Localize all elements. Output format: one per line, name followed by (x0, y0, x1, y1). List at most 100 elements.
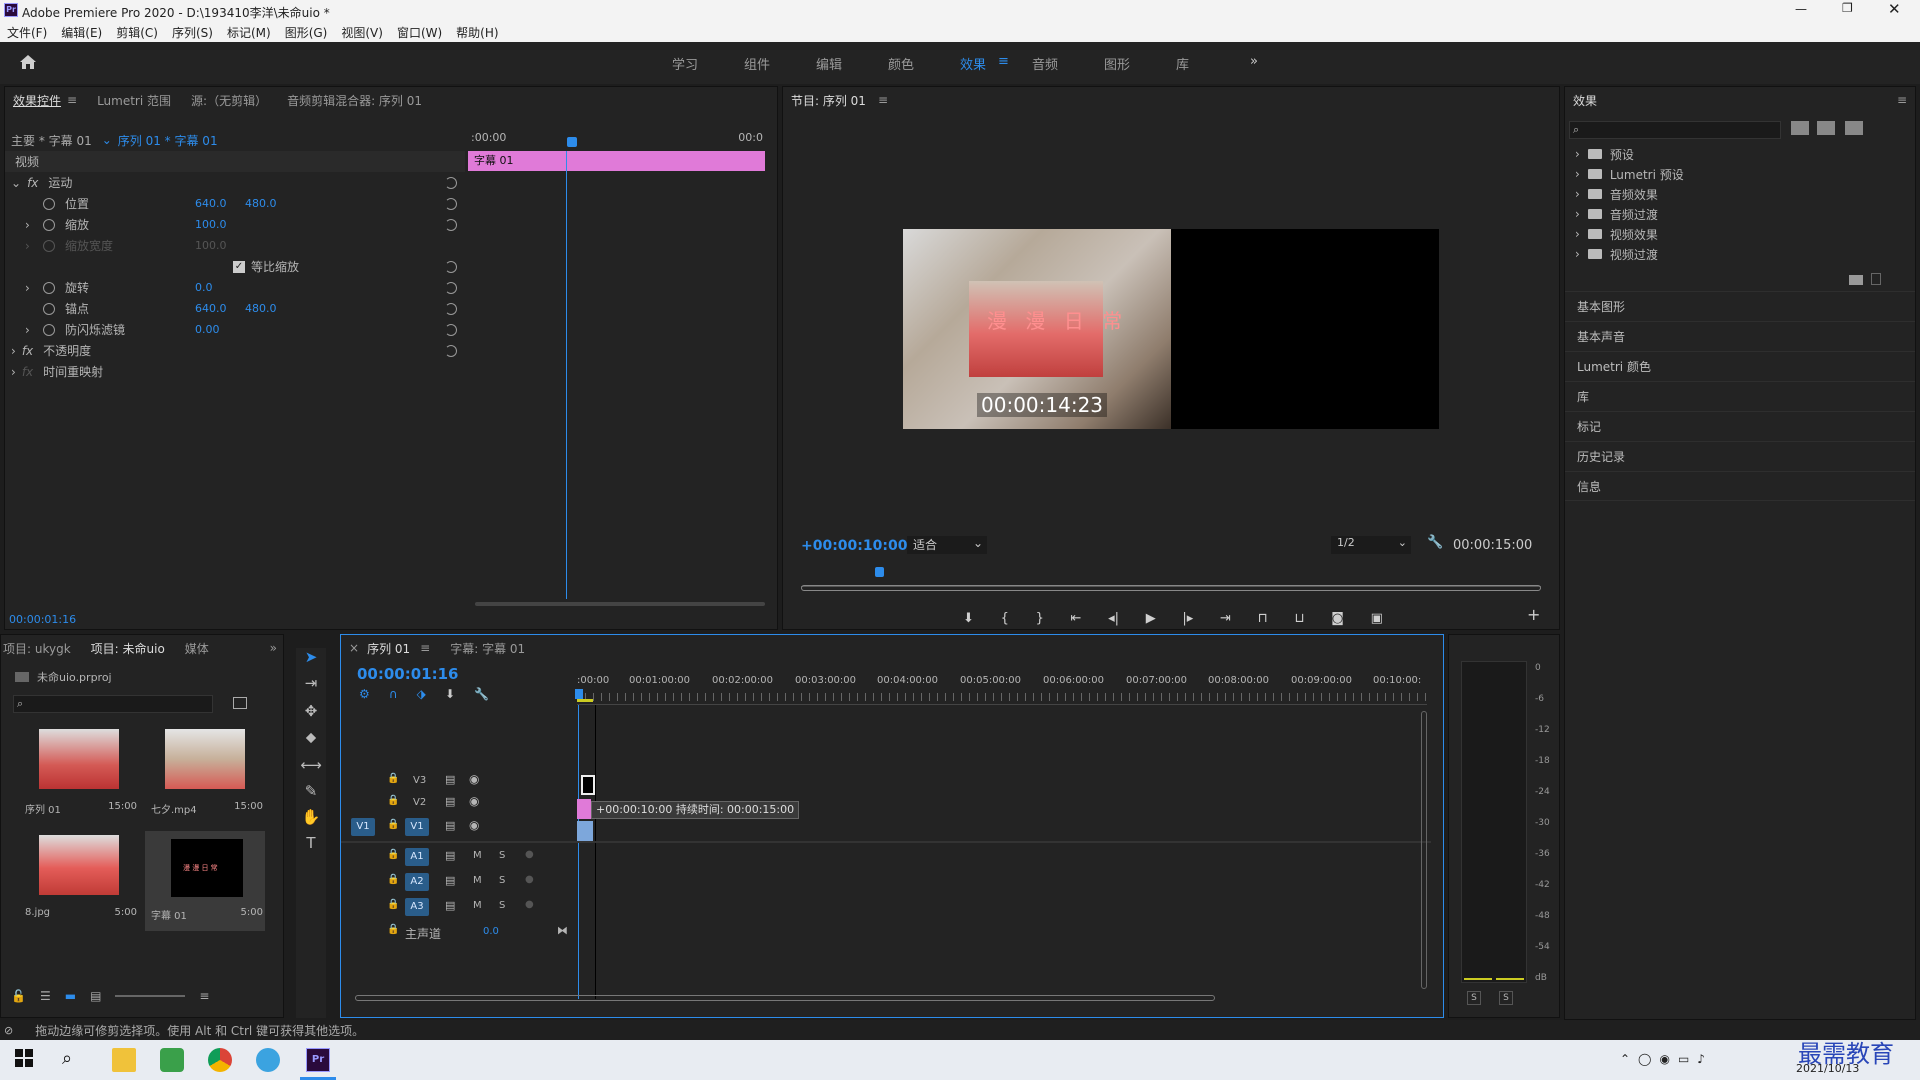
effects-folder-lumetri-presets[interactable]: › Lumetri 预设 (1575, 164, 1684, 184)
program-timecode[interactable]: +00:00:10:00 (801, 538, 907, 554)
track-target-v1[interactable]: V1 (405, 818, 429, 836)
menu-edit[interactable]: 编辑(E) (54, 24, 109, 41)
comparison-view-icon[interactable]: ▣ (1371, 611, 1383, 626)
eye-icon[interactable]: ◉ (469, 772, 479, 786)
master-clip-label[interactable]: 主要 * 字幕 01 (11, 132, 92, 149)
side-link-info[interactable]: 信息 (1565, 471, 1915, 501)
menu-window[interactable]: 窗口(W) (390, 24, 449, 41)
go-to-edit-icon[interactable]: ⧓ (557, 924, 568, 937)
project-search-input[interactable]: ⌕ (13, 695, 213, 713)
new-bin-icon[interactable] (1849, 275, 1863, 285)
stopwatch-icon[interactable] (43, 302, 55, 315)
prop-value[interactable]: 100.0 (195, 218, 227, 231)
lock-icon[interactable]: 🔒 (387, 874, 399, 885)
prop-value-y[interactable]: 480.0 (245, 302, 277, 315)
reset-icon[interactable] (445, 344, 457, 357)
tab-source[interactable]: 源:（无剪辑） (191, 92, 267, 109)
workspace-graphics[interactable]: 图形 (1104, 54, 1130, 73)
new-custom-bin-icon[interactable] (1791, 121, 1809, 135)
search-icon[interactable]: ⌕ (62, 1048, 86, 1072)
slip-tool-icon[interactable]: ⟷ (296, 756, 326, 780)
workspace-assembly[interactable]: 组件 (744, 54, 770, 73)
microphone-icon[interactable]: ● (525, 849, 534, 860)
project-item-title[interactable]: 漫 漫 日 常 字幕 01 5:00 (145, 831, 265, 931)
wrench-icon[interactable]: 🔧 (474, 687, 489, 705)
lock-icon[interactable]: 🔒 (387, 849, 399, 860)
prop-value-x[interactable]: 640.0 (195, 302, 245, 315)
lock-icon[interactable]: 🔒 (387, 899, 399, 910)
work-area-bar[interactable] (577, 699, 593, 702)
eye-icon[interactable]: ◉ (469, 818, 479, 832)
timeline-playhead-head[interactable] (575, 689, 583, 699)
ec-timecode[interactable]: 00:00:01:16 (9, 613, 76, 626)
program-playhead[interactable] (875, 567, 884, 577)
ec-playhead[interactable] (567, 137, 577, 147)
freeform-view-icon[interactable]: ▤ (90, 989, 101, 1003)
mute-button[interactable]: M (473, 900, 482, 911)
snap-icon[interactable]: ∩ (389, 687, 398, 705)
wrench-icon[interactable]: 🔧 (1427, 535, 1443, 550)
timeline-vertical-scrollbar[interactable] (1421, 711, 1427, 989)
stopwatch-icon[interactable] (43, 218, 55, 231)
resolution-dropdown[interactable]: 1/2 ⌄ (1331, 536, 1411, 554)
chevron-down-icon[interactable]: ⌄ (102, 133, 112, 147)
prop-value[interactable]: 0.0 (195, 281, 213, 294)
stopwatch-icon[interactable] (43, 281, 55, 294)
timeline-timecode[interactable]: 00:00:01:16 (357, 665, 459, 683)
project-item-video[interactable]: 七夕.mp4 15:00 (145, 725, 265, 825)
mute-button[interactable]: M (473, 850, 482, 861)
workspace-libraries[interactable]: 库 (1176, 54, 1189, 73)
menu-file[interactable]: 文件(F) (0, 24, 54, 41)
home-icon[interactable] (18, 52, 38, 72)
ripple-edit-tool-icon[interactable]: ✥ (296, 702, 326, 726)
effects-folder-video-effects[interactable]: › 视频效果 (1575, 224, 1658, 244)
tab-project-ukygk[interactable]: 项目: ukygk (3, 640, 71, 657)
program-zoom-bar[interactable] (801, 585, 1541, 591)
minimize-button[interactable]: — (1795, 2, 1807, 16)
opacity-row[interactable]: › fx 不透明度 (5, 340, 465, 361)
mute-button[interactable]: M (473, 875, 482, 886)
menu-clip[interactable]: 剪辑(C) (109, 24, 165, 41)
tab-menu-icon[interactable]: ≡ (67, 93, 77, 107)
delete-icon[interactable] (1871, 273, 1881, 285)
tab-title-01[interactable]: 字幕: 字幕 01 (450, 640, 525, 657)
zoom-slider[interactable] (115, 995, 186, 997)
sync-lock-icon[interactable]: ▤ (445, 795, 455, 808)
clip-v1-image[interactable] (577, 821, 593, 841)
workspace-color[interactable]: 颜色 (888, 54, 914, 73)
close-icon[interactable]: × (349, 641, 359, 655)
tab-sequence-01[interactable]: 序列 01 (367, 640, 410, 657)
side-link-essential-graphics[interactable]: 基本图形 (1565, 291, 1915, 321)
accelerated-effects-icon[interactable] (1817, 121, 1835, 135)
workspace-editing[interactable]: 编辑 (816, 54, 842, 73)
windows-start-icon[interactable] (14, 1048, 38, 1072)
meter-solo-left[interactable]: S (1467, 991, 1481, 1005)
type-tool-icon[interactable]: T (296, 834, 326, 858)
program-title[interactable]: 节目: 序列 01 (791, 92, 866, 109)
side-link-lumetri-color[interactable]: Lumetri 颜色 (1565, 351, 1915, 381)
sync-lock-icon[interactable]: ▤ (445, 849, 455, 862)
step-forward-icon[interactable]: |▸ (1182, 611, 1193, 626)
stopwatch-icon[interactable] (43, 197, 55, 210)
chevron-right-icon[interactable]: › (25, 323, 43, 337)
more-tabs-icon[interactable]: » (270, 641, 277, 655)
motion-row[interactable]: ⌄ fx 运动 (5, 172, 465, 193)
hand-tool-icon[interactable]: ✋ (296, 808, 326, 832)
lock-icon[interactable]: 🔓 (11, 989, 26, 1003)
sequence-clip-label[interactable]: 序列 01 * 字幕 01 (118, 132, 218, 149)
chevron-right-icon[interactable]: › (25, 218, 43, 232)
yuv-effects-icon[interactable] (1845, 121, 1863, 135)
track-select-tool-icon[interactable]: ⇥ (296, 674, 326, 698)
pen-tool-icon[interactable]: ✎ (296, 782, 326, 806)
tab-lumetri-scopes[interactable]: Lumetri 范围 (97, 92, 171, 109)
tab-project-untitled[interactable]: 项目: 未命uio (91, 640, 165, 657)
stopwatch-icon[interactable] (43, 323, 55, 336)
workspace-menu-icon[interactable]: ≡ (998, 54, 1009, 69)
effects-search-input[interactable]: ⌕ (1569, 121, 1781, 139)
go-to-in-icon[interactable]: ⇤ (1071, 611, 1082, 626)
effects-folder-video-transitions[interactable]: › 视频过渡 (1575, 244, 1658, 264)
ec-clip-bar[interactable]: 字幕 01 (468, 151, 765, 171)
mark-out-icon[interactable]: } (1036, 611, 1044, 626)
reset-icon[interactable] (445, 281, 457, 294)
menu-graphics[interactable]: 图形(G) (278, 24, 335, 41)
